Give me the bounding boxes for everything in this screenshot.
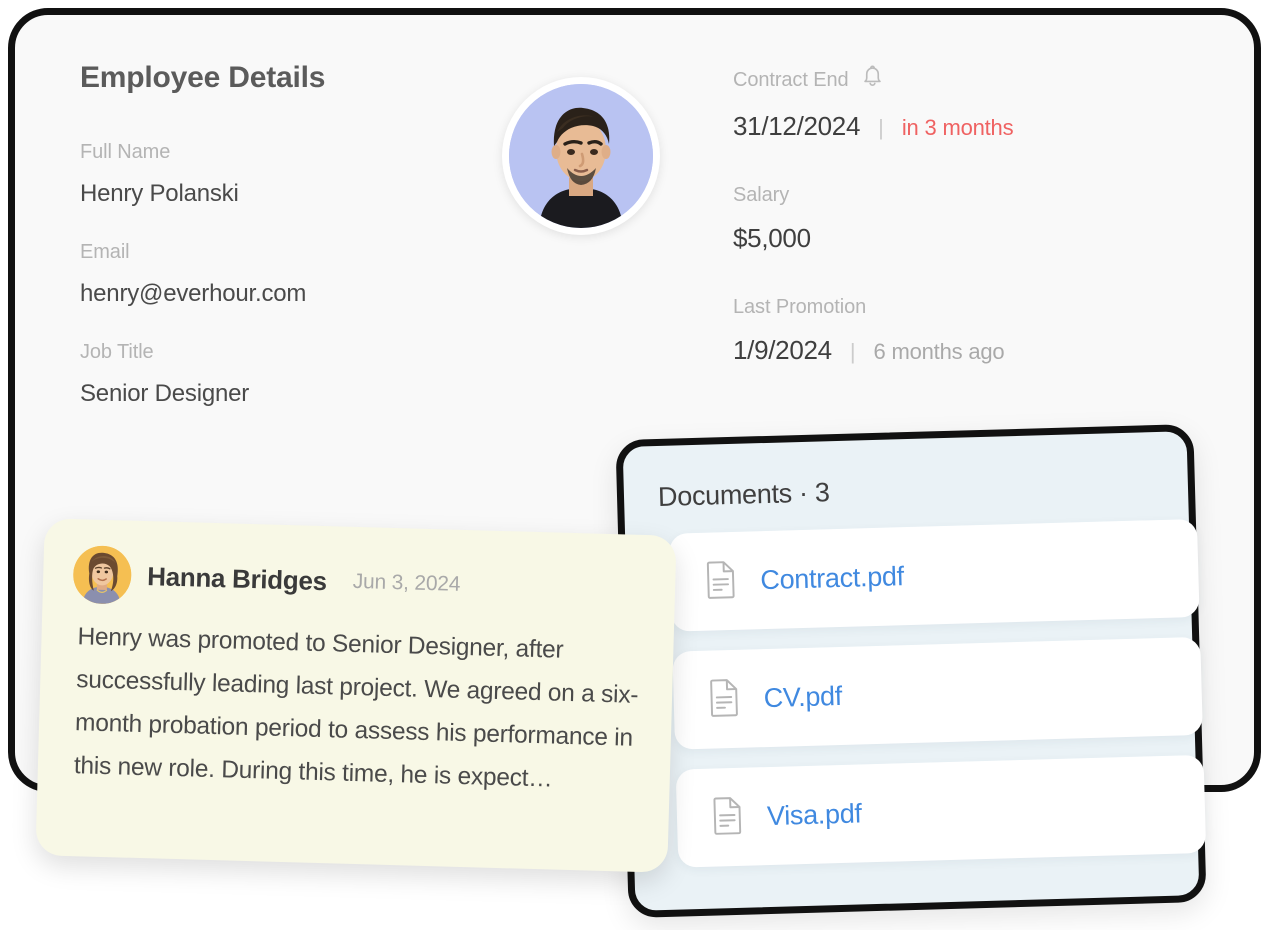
document-name-visa[interactable]: Visa.pdf xyxy=(767,798,863,832)
screenshot-stage: Employee Details Full Name Henry Polansk… xyxy=(0,0,1272,930)
field-label-full-name: Full Name xyxy=(80,141,171,163)
field-label-row-contract-end: Contract End xyxy=(733,65,1183,95)
document-icon xyxy=(704,558,739,604)
field-full-name: Full Name Henry Polanski xyxy=(80,141,510,208)
field-value-email: henry@everhour.com xyxy=(80,280,307,307)
field-label-contract-end: Contract End xyxy=(733,68,849,91)
field-last-promotion: Last Promotion 1/9/2024 | 6 months ago xyxy=(733,296,1183,366)
last-promotion-relative-text: 6 months ago xyxy=(873,339,1005,364)
note-header: Hanna Bridges Jun 3, 2024 xyxy=(72,545,645,619)
field-label-email: Email xyxy=(80,241,130,263)
field-value-job-title: Senior Designer xyxy=(80,380,250,407)
bell-icon[interactable] xyxy=(861,65,884,95)
field-value-row-salary: $5,000 xyxy=(733,223,1183,254)
note-body-text: Henry was promoted to Senior Designer, a… xyxy=(73,623,639,793)
field-label-row-last-promotion: Last Promotion xyxy=(733,296,1183,319)
documents-panel-title: Documents · 3 xyxy=(657,477,831,512)
field-label-job-title: Job Title xyxy=(80,341,154,363)
promotion-note-card: Hanna Bridges Jun 3, 2024 Henry was prom… xyxy=(35,518,677,873)
field-job-title: Job Title Senior Designer xyxy=(80,341,510,408)
document-name-contract[interactable]: Contract.pdf xyxy=(760,561,904,596)
field-value-last-promotion: 1/9/2024 xyxy=(733,335,832,365)
field-value-row-last-promotion: 1/9/2024 | 6 months ago xyxy=(733,335,1183,366)
field-value-salary: $5,000 xyxy=(733,223,811,253)
field-contract-end: Contract End 31/12/2024 | in 3 months xyxy=(733,65,1183,142)
field-label-last-promotion: Last Promotion xyxy=(733,296,867,318)
employee-avatar xyxy=(502,77,660,235)
employee-left-column: Employee Details Full Name Henry Polansk… xyxy=(80,61,510,441)
field-email: Email henry@everhour.com xyxy=(80,241,510,308)
document-row-contract[interactable]: Contract.pdf xyxy=(669,518,1200,632)
field-value-full-name: Henry Polanski xyxy=(80,180,239,207)
employee-photo xyxy=(509,84,653,228)
field-value-contract-end: 31/12/2024 xyxy=(733,111,861,141)
value-separator-last-promotion: | xyxy=(849,339,856,364)
document-name-cv[interactable]: CV.pdf xyxy=(763,680,842,713)
note-author-name: Hanna Bridges xyxy=(146,560,328,596)
documents-panel: Documents · 3 Contract.pdf CV.pdf Visa.p… xyxy=(615,424,1207,918)
page-title: Employee Details xyxy=(80,61,326,94)
field-salary: Salary $5,000 xyxy=(733,184,1183,254)
document-row-visa[interactable]: Visa.pdf xyxy=(675,754,1207,868)
document-icon xyxy=(710,794,745,840)
author-avatar xyxy=(72,545,133,605)
contract-end-relative-badge: in 3 months xyxy=(901,115,1014,140)
field-label-salary: Salary xyxy=(733,184,790,206)
document-row-cv[interactable]: CV.pdf xyxy=(672,636,1203,750)
note-date: Jun 3, 2024 xyxy=(352,569,461,596)
field-value-row-contract-end: 31/12/2024 | in 3 months xyxy=(733,111,1183,142)
field-label-row-salary: Salary xyxy=(733,184,1183,207)
document-icon xyxy=(707,676,742,722)
value-separator-contract-end: | xyxy=(878,115,884,140)
documents-list: Contract.pdf CV.pdf Visa.pdf xyxy=(669,518,1207,888)
employee-right-column: Contract End 31/12/2024 | in 3 months Sa… xyxy=(733,65,1183,399)
